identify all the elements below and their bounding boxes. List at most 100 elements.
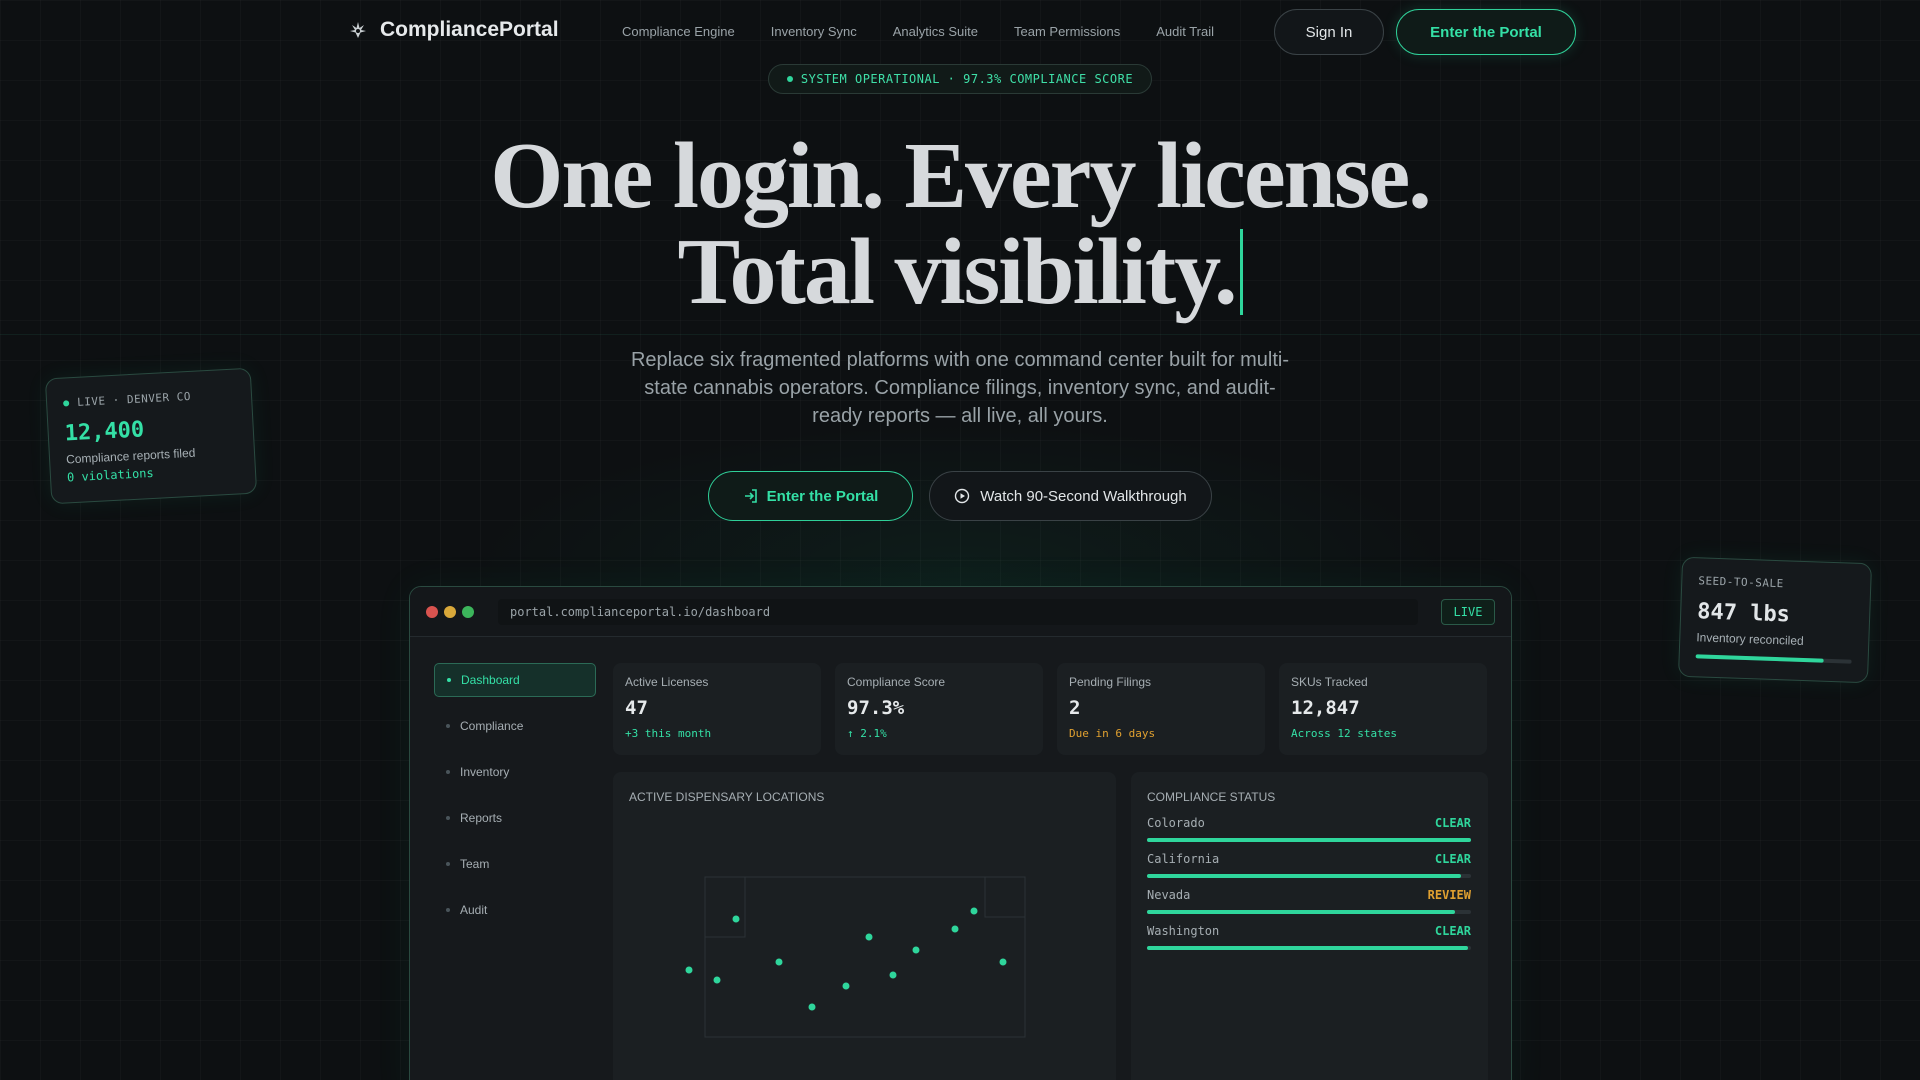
location-marker: [775, 958, 783, 966]
window-titlebar: portal.complianceportal.io/dashboard LIV…: [410, 587, 1511, 637]
stat-label: Compliance Score: [847, 675, 946, 689]
reports-filed-value: 12,400: [64, 417, 145, 447]
inventory-desc: Inventory reconciled: [1696, 630, 1804, 649]
divider-line: [0, 334, 1920, 335]
nav-link-team-permissions[interactable]: Team Permissions: [1014, 24, 1120, 39]
nav-links: Compliance Engine Inventory Sync Analyti…: [622, 24, 1214, 39]
compliance-bar-fill: [1147, 874, 1462, 878]
stat-card-active-licenses: Active Licenses 47 +3 this month: [613, 663, 821, 755]
address-bar[interactable]: portal.complianceportal.io/dashboard: [498, 599, 1418, 625]
stat-card-compliance-score: Compliance Score 97.3% ↑ 2.1%: [835, 663, 1043, 755]
system-status-pill: SYSTEM OPERATIONAL · 97.3% COMPLIANCE SC…: [768, 64, 1152, 94]
state-name: Washington: [1147, 924, 1220, 938]
hero-title-line2-text: Total visibility.: [677, 220, 1237, 324]
dashboard-preview-window: portal.complianceportal.io/dashboard LIV…: [409, 586, 1512, 1080]
bullet-icon: [446, 770, 450, 774]
compliance-bar-fill: [1147, 910, 1455, 914]
live-denver-label-row: LIVE · DENVER CO: [62, 388, 235, 410]
compliance-row-washington[interactable]: Washington CLEAR: [1147, 924, 1471, 950]
minimize-dot[interactable]: [444, 606, 456, 618]
seed-to-sale-card: SEED-TO-SALE 847 lbs Inventory reconcile…: [1677, 556, 1873, 684]
status-text: SYSTEM OPERATIONAL · 97.3% COMPLIANCE SC…: [800, 72, 1134, 86]
hero-title-line1: One login. Every license.: [490, 124, 1432, 228]
stat-label: SKUs Tracked: [1291, 675, 1368, 689]
sidebar-item-label: Audit: [460, 903, 488, 917]
status-badge: CLEAR: [1434, 816, 1471, 830]
location-marker: [951, 925, 959, 933]
sidebar-item-audit[interactable]: Audit: [434, 893, 596, 927]
stat-card-pending-filings: Pending Filings 2 Due in 6 days: [1057, 663, 1265, 755]
location-marker: [842, 982, 850, 990]
enter-portal-hero-button[interactable]: Enter the Portal: [708, 471, 913, 521]
watch-walkthrough-button[interactable]: Watch 90-Second Walkthrough: [929, 471, 1212, 521]
stat-card-skus-tracked: SKUs Tracked 12,847 Across 12 states: [1279, 663, 1487, 755]
us-map: [685, 876, 1026, 1038]
location-marker: [889, 971, 897, 979]
sidebar-item-team[interactable]: Team: [434, 847, 596, 881]
compliance-row-nevada[interactable]: Nevada REVIEW: [1147, 888, 1471, 914]
sign-in-button[interactable]: Sign In: [1274, 9, 1384, 55]
status-badge: CLEAR: [1434, 924, 1471, 938]
play-icon: [955, 488, 970, 504]
compliance-bar: [1147, 910, 1471, 914]
nav-link-inventory-sync[interactable]: Inventory Sync: [771, 24, 857, 39]
brand-logo[interactable]: CompliancePortal: [348, 18, 559, 42]
live-dot: [62, 399, 70, 407]
compliance-row-colorado[interactable]: Colorado CLEAR: [1147, 816, 1471, 842]
nav-link-analytics-suite[interactable]: Analytics Suite: [893, 24, 978, 39]
sidebar-item-dashboard[interactable]: Dashboard: [434, 663, 596, 697]
compliance-status-panel: COMPLIANCE STATUS Colorado CLEAR Californ…: [1131, 772, 1488, 1080]
compliance-row-california[interactable]: California CLEAR: [1147, 852, 1471, 878]
login-arrow-icon: [744, 489, 757, 503]
top-nav: CompliancePortal Compliance Engine Inven…: [0, 0, 1920, 64]
sidebar-item-label: Compliance: [460, 719, 524, 733]
bullet-icon: [446, 724, 450, 728]
nav-link-audit-trail[interactable]: Audit Trail: [1156, 24, 1214, 39]
text-cursor: [1239, 229, 1243, 315]
close-dot[interactable]: [426, 606, 438, 618]
bullet-icon: [446, 908, 450, 912]
sidebar-item-label: Reports: [460, 811, 503, 825]
sidebar-item-compliance[interactable]: Compliance: [434, 709, 596, 743]
compliance-status-title: COMPLIANCE STATUS: [1147, 790, 1276, 804]
sidebar-item-label: Dashboard: [461, 673, 520, 687]
dashboard-sidebar: Dashboard Compliance Inventory Reports T…: [434, 663, 596, 939]
location-marker: [808, 1003, 816, 1011]
status-badge: CLEAR: [1434, 852, 1471, 866]
watch-walkthrough-label: Watch 90-Second Walkthrough: [980, 487, 1187, 505]
state-name: California: [1147, 852, 1220, 866]
stat-sub: +3 this month: [625, 727, 712, 740]
hero-subtitle: Replace six fragmented platforms with on…: [630, 349, 1290, 427]
compliance-bar: [1147, 874, 1471, 878]
seed-to-sale-label: SEED-TO-SALE: [1698, 574, 1784, 591]
inventory-progress-bar: [1695, 654, 1852, 664]
stat-value: 47: [625, 697, 648, 719]
live-badge: LIVE: [1441, 599, 1495, 625]
inventory-progress-fill: [1695, 654, 1824, 663]
compliance-bar-fill: [1147, 946, 1468, 950]
location-marker: [970, 907, 978, 915]
live-denver-label: LIVE · DENVER CO: [76, 389, 192, 409]
stat-value: 97.3%: [847, 697, 905, 719]
location-marker: [713, 976, 721, 984]
inventory-value: 847 lbs: [1696, 599, 1791, 628]
hero-title-line2: Total visibility.: [0, 224, 1920, 320]
nav-link-compliance-engine[interactable]: Compliance Engine: [622, 24, 735, 39]
brand-name: CompliancePortal: [380, 18, 559, 41]
status-dot: [786, 76, 793, 82]
enter-portal-nav-button[interactable]: Enter the Portal: [1396, 9, 1576, 55]
location-marker: [912, 946, 920, 954]
sidebar-item-reports[interactable]: Reports: [434, 801, 596, 835]
sidebar-item-inventory[interactable]: Inventory: [434, 755, 596, 789]
stat-sub: Due in 6 days: [1069, 727, 1156, 740]
stat-sub: ↑ 2.1%: [847, 727, 887, 740]
compliance-bar: [1147, 946, 1471, 950]
bullet-icon: [447, 678, 451, 682]
state-name: Nevada: [1147, 888, 1191, 902]
live-denver-card: LIVE · DENVER CO 12,400 Compliance repor…: [44, 367, 258, 505]
maximize-dot[interactable]: [462, 606, 474, 618]
location-marker: [685, 966, 693, 974]
stat-sub: Across 12 states: [1291, 727, 1397, 740]
stat-label: Active Licenses: [625, 675, 709, 689]
map-title: ACTIVE DISPENSARY LOCATIONS: [629, 790, 825, 804]
